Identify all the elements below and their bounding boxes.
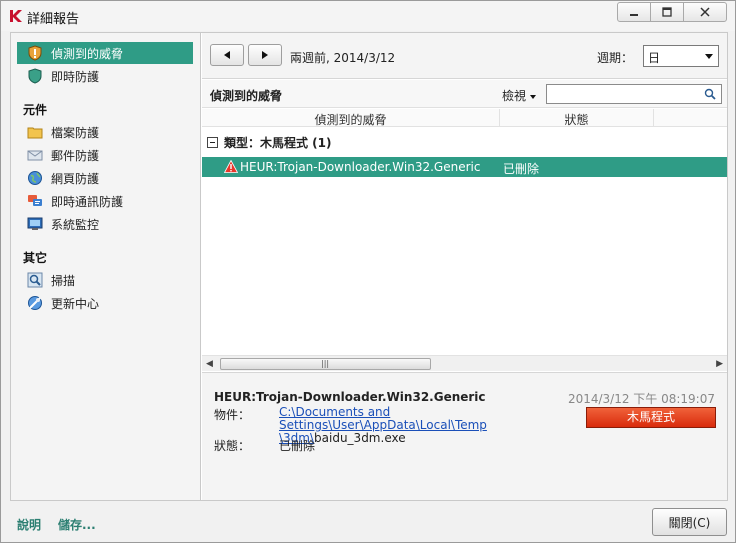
panel-title: 偵測到的威脅: [210, 89, 283, 103]
object-path: C:\Documents and Settings\User\AppData\L…: [279, 406, 569, 445]
period-select-value: 日: [648, 51, 661, 65]
search-input[interactable]: [546, 84, 722, 104]
sidebar-item-label: 掃描: [51, 273, 76, 288]
window-title: 詳細報告: [27, 12, 80, 27]
horizontal-scrollbar[interactable]: ◀ ||| ▶: [202, 355, 727, 371]
scan-magnifier-icon: [27, 272, 43, 288]
close-window-button[interactable]: [683, 2, 727, 22]
sidebar-item-web-protection[interactable]: 網頁防護: [17, 167, 193, 189]
threats-panel-header: 偵測到的威脅 檢視: [202, 80, 727, 108]
object-file-name: baidu_3dm.exe: [314, 431, 406, 445]
content-area: 偵測到的威脅 即時防護 元件 檔案防護 郵件防護 網頁防護 即時通訊防護 系統監…: [10, 32, 728, 501]
search-icon[interactable]: [704, 88, 716, 100]
detail-timestamp: 2014/3/12 下午 08:19:07: [567, 392, 715, 406]
sidebar-item-label: 偵測到的威脅: [51, 46, 124, 61]
maximize-button[interactable]: [650, 2, 684, 22]
column-header-threat[interactable]: 偵測到的威脅: [202, 111, 499, 128]
sidebar-item-label: 即時通訊防護: [51, 194, 124, 209]
threat-type-badge: 木馬程式: [586, 407, 716, 428]
grip-icon: |||: [321, 359, 330, 368]
column-header-status[interactable]: 狀態: [500, 111, 653, 128]
other-heading: 其它: [23, 251, 48, 265]
sidebar-item-label: 系統監控: [51, 217, 100, 232]
sidebar-item-label: 更新中心: [51, 296, 100, 311]
folder-icon: [27, 127, 43, 139]
monitor-icon: [27, 217, 43, 230]
window-controls: [617, 2, 727, 22]
scroll-right-icon[interactable]: ▶: [716, 359, 723, 369]
update-satellite-icon: [28, 296, 42, 310]
sidebar-item-realtime-protection[interactable]: 即時防護: [17, 65, 193, 87]
sidebar-item-update-center[interactable]: 更新中心: [17, 292, 193, 314]
sidebar-item-system-watcher[interactable]: 系統監控: [17, 213, 193, 235]
sidebar-item-label: 檔案防護: [51, 125, 100, 140]
globe-icon: [28, 171, 42, 185]
kaspersky-logo-icon: [10, 10, 22, 22]
protection-shield-icon: [28, 68, 42, 84]
scroll-left-icon[interactable]: ◀: [206, 359, 213, 369]
group-label: 類型：木馬程式 (1): [224, 135, 332, 150]
sidebar-item-im-protection[interactable]: 即時通訊防護: [17, 190, 193, 212]
report-window: 詳細報告 偵測到的威脅 即時防護 元件 檔案防護 郵件防護 網頁防護 即時通訊防…: [0, 0, 736, 543]
object-label: 物件：: [214, 408, 251, 422]
title-bar: 詳細報告: [1, 1, 735, 31]
date-range-text: 兩週前, 2014/3/12: [290, 51, 396, 65]
sidebar-item-label: 網頁防護: [51, 171, 100, 186]
mail-icon: [27, 150, 43, 161]
help-link[interactable]: 說明: [17, 516, 41, 533]
maximize-icon: [662, 7, 672, 17]
minimize-icon: [630, 14, 638, 16]
threat-status-cell: 已刪除: [503, 162, 540, 176]
sidebar-item-label: 即時防護: [51, 69, 100, 84]
threat-group-row[interactable]: 類型：木馬程式 (1): [202, 131, 727, 153]
arrow-left-icon: [224, 51, 230, 59]
threat-shield-icon: [28, 45, 42, 61]
threat-name-cell: HEUR:Trojan-Downloader.Win32.Generic: [240, 160, 481, 174]
period-select[interactable]: 日: [643, 45, 719, 67]
threat-details-panel: HEUR:Trojan-Downloader.Win32.Generic 201…: [202, 372, 727, 500]
object-path-link[interactable]: C:\Documents and Settings\User\AppData\L…: [279, 405, 487, 432]
table-row[interactable]: HEUR:Trojan-Downloader.Win32.Generic 已刪除: [202, 157, 727, 177]
main-panel: 兩週前, 2014/3/12 週期： 日 偵測到的威脅 檢視 偵測到的威脅 狀態…: [202, 33, 727, 500]
scrollbar-thumb[interactable]: |||: [220, 358, 431, 370]
chevron-down-icon: [705, 54, 713, 59]
sidebar-item-mail-protection[interactable]: 郵件防護: [17, 144, 193, 166]
next-period-button[interactable]: [248, 44, 282, 66]
column-separator[interactable]: [653, 109, 654, 127]
sidebar-item-file-protection[interactable]: 檔案防護: [17, 121, 193, 143]
previous-period-button[interactable]: [210, 44, 244, 66]
collapse-icon[interactable]: [207, 136, 218, 148]
table-header: 偵測到的威脅 狀態: [202, 109, 727, 127]
view-menu-button[interactable]: 檢視: [502, 87, 537, 104]
sidebar: 偵測到的威脅 即時防護 元件 檔案防護 郵件防護 網頁防護 即時通訊防護 系統監…: [11, 33, 201, 500]
status-label: 狀態：: [214, 439, 251, 453]
date-toolbar: 兩週前, 2014/3/12 週期： 日: [202, 33, 727, 79]
arrow-right-icon: [262, 51, 268, 59]
status-value: 已刪除: [279, 439, 316, 453]
dropdown-arrow-icon: [530, 94, 537, 99]
minimize-button[interactable]: [617, 2, 651, 22]
sidebar-item-label: 郵件防護: [51, 148, 100, 163]
detail-threat-name: HEUR:Trojan-Downloader.Win32.Generic: [214, 390, 486, 404]
save-link[interactable]: 儲存...: [58, 516, 96, 533]
sidebar-item-scan[interactable]: 掃描: [17, 269, 193, 291]
chat-icon: [28, 195, 42, 206]
components-heading: 元件: [23, 103, 48, 117]
close-button[interactable]: 關閉(C): [652, 508, 727, 536]
view-menu-label: 檢視: [502, 89, 527, 103]
close-icon: [700, 7, 710, 17]
warning-icon: [224, 160, 238, 173]
sidebar-item-detected-threats[interactable]: 偵測到的威脅: [17, 42, 193, 64]
period-label: 週期：: [597, 51, 634, 65]
